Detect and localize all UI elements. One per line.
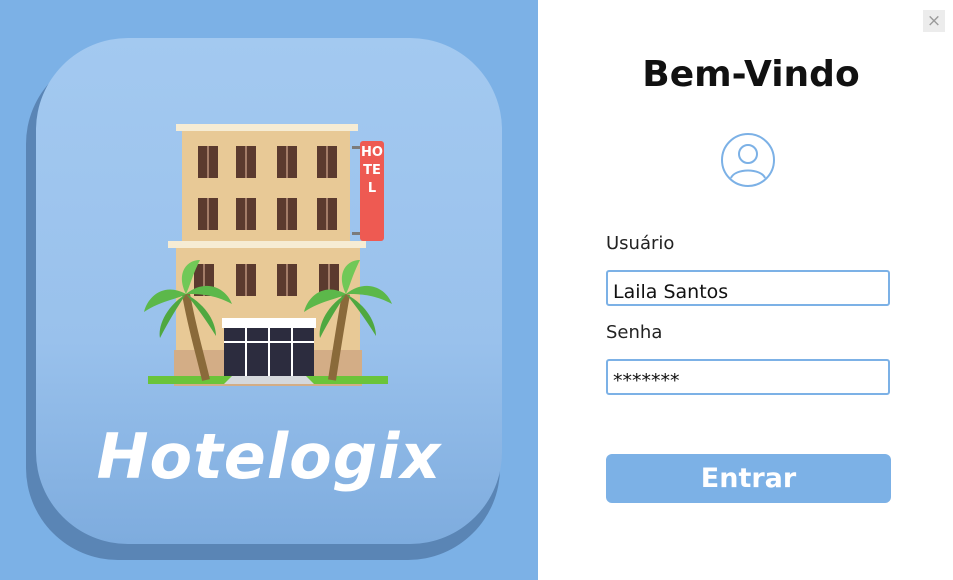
close-icon: × [926, 11, 942, 31]
user-circle-icon [721, 133, 775, 187]
left-brand-panel: HOTEL Hotelogix [0, 0, 538, 580]
logo-card: HOTEL Hotelogix [36, 38, 502, 544]
username-input[interactable] [606, 270, 890, 306]
hotel-sign-text: HOTEL [361, 145, 383, 196]
brand-logo-text: Hotelogix [96, 420, 442, 493]
welcome-title: Bem-Vindo [642, 54, 860, 95]
username-label: Usuário [606, 233, 675, 254]
password-input[interactable] [606, 359, 890, 395]
password-label: Senha [606, 322, 663, 343]
login-button[interactable]: Entrar [606, 454, 891, 503]
close-button[interactable]: × [923, 10, 945, 32]
